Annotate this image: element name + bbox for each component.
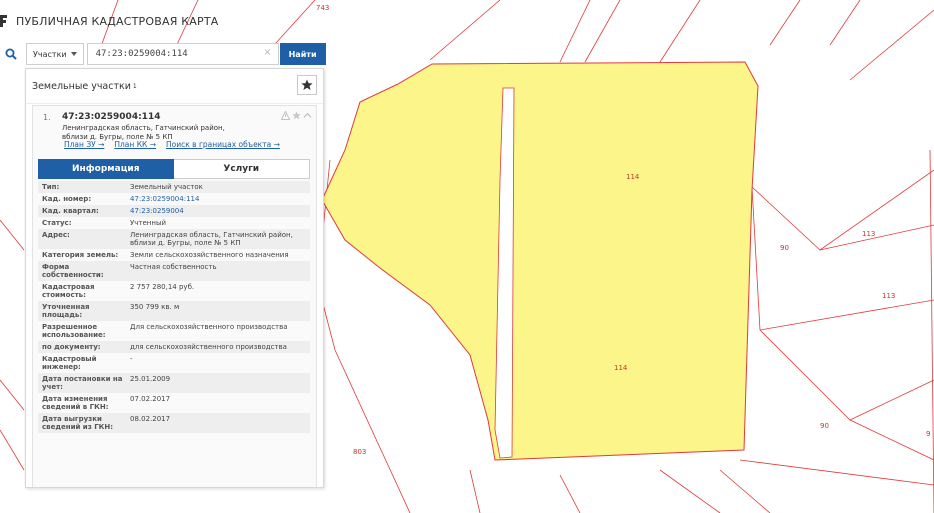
property-row: Дата выгрузки сведений из ГКН: 08.02.2017 — [38, 413, 310, 433]
tab-information[interactable]: Информация — [38, 159, 174, 179]
property-value: - — [130, 355, 133, 363]
property-value: 08.02.2017 — [130, 415, 171, 423]
property-row: Кад. номер: 47:23:0259004:114 — [38, 193, 310, 205]
property-row: Уточненная площадь: 350 799 кв. м — [38, 301, 310, 321]
result-count: 1 — [132, 82, 137, 90]
property-row: Дата изменения сведений в ГКН: 07.02.2017 — [38, 393, 310, 413]
property-label: Дата выгрузки сведений из ГКН: — [42, 415, 114, 431]
star-icon[interactable] — [292, 111, 301, 120]
favorite-button[interactable] — [297, 75, 317, 95]
warning-icon[interactable] — [281, 111, 290, 120]
property-row: Дата постановки на учет: 25.01.2009 — [38, 373, 310, 393]
map-label-114-bottom: 114 — [614, 364, 628, 372]
property-value[interactable]: 47:23:0259004:114 — [130, 195, 310, 203]
property-value[interactable]: 47:23:0259004 — [130, 207, 310, 215]
search-type-dropdown[interactable]: Участки — [26, 43, 84, 65]
property-value: 2 757 280,14 руб. — [130, 283, 195, 291]
property-row: Адрес: Ленинградская область, Гатчинский … — [38, 229, 310, 249]
item-number: 1. — [43, 113, 51, 122]
property-label: Тип: — [42, 183, 60, 191]
plan-zu-link[interactable]: План ЗУ → — [64, 140, 104, 149]
property-value: Земли сельскохозяйственного назначения — [130, 251, 289, 259]
property-value: 350 799 кв. м — [130, 303, 180, 311]
panel-header: Земельные участки 1 — [26, 69, 323, 104]
property-value: 07.02.2017 — [130, 395, 171, 403]
property-row: Тип: Земельный участок — [38, 181, 310, 193]
cadastral-number-title[interactable]: 47:23:0259004:114 — [62, 112, 160, 122]
property-row: Кад. квартал: 47:23:0259004 — [38, 205, 310, 217]
property-value: для сельскохозяйственного производства — [130, 343, 287, 351]
panel-title: Земельные участки — [32, 80, 131, 92]
property-table: Тип: Земельный участок Кад. номер: 47:23:02… — [38, 181, 310, 433]
logo-icon — [0, 15, 7, 27]
property-value: 25.01.2009 — [130, 375, 171, 383]
tab-services[interactable]: Услуги — [173, 159, 310, 179]
property-row: по документу: для сельскохозяйственного п… — [38, 341, 310, 353]
property-row: Форма собственности: Частная собственност… — [38, 261, 310, 281]
chevron-up-icon[interactable] — [303, 111, 312, 120]
search-input[interactable] — [93, 48, 258, 60]
card-links: План ЗУ → План КК → Поиск в границах объ… — [64, 140, 280, 149]
property-value: Для сельскохозяйственного производства — [130, 323, 288, 331]
property-label: Разрешенное использование: — [42, 323, 106, 339]
card-tools — [281, 111, 312, 120]
close-icon[interactable]: × — [263, 47, 271, 58]
parcel-card: 1. 47:23:0259004:114 Ленинградская облас… — [32, 105, 317, 487]
property-label: Дата изменения сведений в ГКН: — [42, 395, 109, 411]
plan-kk-link[interactable]: План КК → — [114, 140, 156, 149]
map-label-113-b: 113 — [882, 292, 896, 300]
property-label: Кад. квартал: — [42, 207, 99, 215]
map-label-90-b: 90 — [820, 422, 829, 430]
property-row: Кадастровая стоимость: 2 757 280,14 руб. — [38, 281, 310, 301]
property-label: Кадастровая стоимость: — [42, 283, 95, 299]
app-header: ПУБЛИЧНАЯ КАДАСТРОВАЯ КАРТА — [0, 8, 218, 34]
property-label: Форма собственности: — [42, 263, 104, 279]
property-label: Адрес: — [42, 231, 70, 239]
card-tabs: Информация Услуги — [38, 159, 310, 179]
results-panel: Земельные участки 1 1. 47:23:0259004:114… — [25, 68, 324, 488]
map-label-9: 9 — [926, 430, 931, 438]
map-label-90-a: 90 — [780, 244, 789, 252]
find-button[interactable]: Найти — [279, 43, 326, 65]
property-label: Уточненная площадь: — [42, 303, 90, 319]
search-bar: Участки × Найти — [0, 42, 326, 66]
search-type-label: Участки — [33, 49, 67, 59]
map-label-743: 743 — [316, 4, 330, 12]
property-label: Статус: — [42, 219, 72, 227]
selected-parcel[interactable] — [321, 61, 759, 461]
chevron-down-icon — [70, 52, 77, 56]
property-row: Статус: Учтенный — [38, 217, 310, 229]
property-value: Частная собственность — [130, 263, 217, 271]
property-value: Земельный участок — [130, 183, 203, 191]
star-icon — [301, 79, 313, 90]
property-value: Ленинградская область, Гатчинский район,… — [130, 231, 293, 247]
property-label: Кад. номер: — [42, 195, 92, 203]
map-label-114-top: 114 — [626, 173, 640, 181]
app-title: ПУБЛИЧНАЯ КАДАСТРОВАЯ КАРТА — [16, 14, 219, 28]
property-row: Разрешенное использование: Для сельскохоз… — [38, 321, 310, 341]
property-value: Учтенный — [130, 219, 167, 227]
property-label: Дата постановки на учет: — [42, 375, 123, 391]
map-label-803: 803 — [353, 448, 367, 456]
property-row: Кадастровый инженер: - — [38, 353, 310, 373]
address-line-1: Ленинградская область, Гатчинский район, — [62, 124, 225, 132]
property-label: Категория земель: — [42, 251, 119, 259]
property-row: Категория земель: Земли сельскохозяйствен… — [38, 249, 310, 261]
property-label: Кадастровый инженер: — [42, 355, 97, 371]
map-label-113-a: 113 — [862, 230, 876, 238]
search-icon[interactable] — [0, 43, 22, 65]
property-label: по документу: — [42, 343, 101, 351]
search-input-wrapper: × — [86, 43, 279, 65]
search-in-bounds-link[interactable]: Поиск в границах объекта → — [166, 140, 280, 149]
